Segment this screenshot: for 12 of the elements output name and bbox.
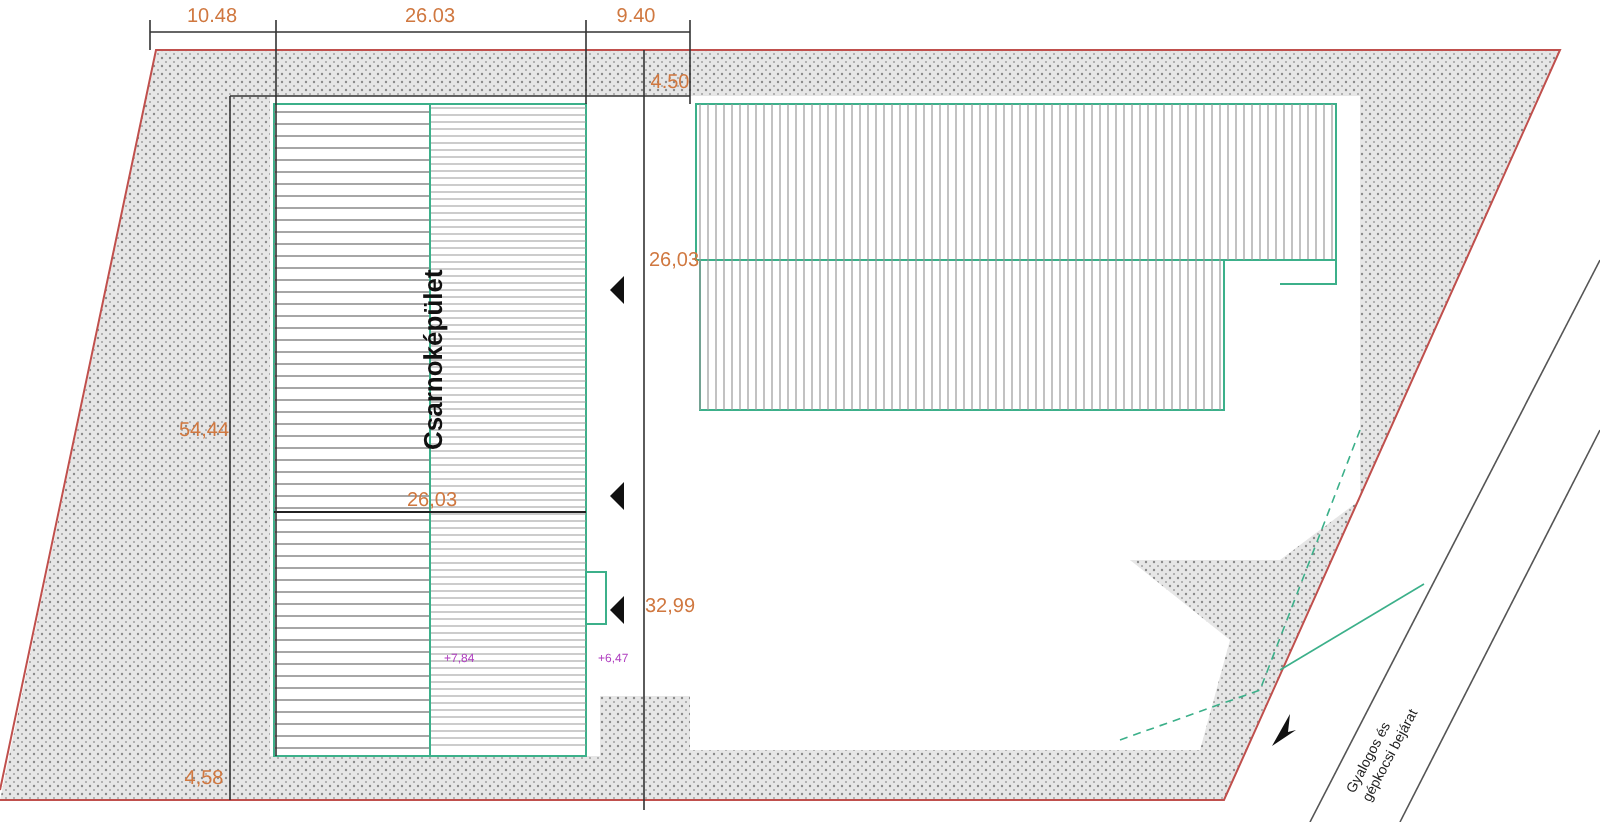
building-label: Csarnoképület bbox=[418, 269, 448, 450]
direction-marker-icon bbox=[1272, 714, 1296, 746]
direction-marker-icon bbox=[610, 276, 624, 304]
dimension-label: 26,03 bbox=[648, 250, 700, 272]
dimension-label: 54,44 bbox=[178, 420, 230, 442]
direction-marker-icon bbox=[610, 482, 624, 510]
dimension-label: 10.48 bbox=[186, 6, 238, 28]
dimension-label: 4,58 bbox=[184, 768, 224, 790]
dimension-label: 4.50 bbox=[650, 72, 690, 94]
dimension-label: 9.40 bbox=[616, 6, 656, 28]
dimension-label: 26.03 bbox=[404, 6, 456, 28]
dimension-label: 32,99 bbox=[644, 596, 696, 618]
